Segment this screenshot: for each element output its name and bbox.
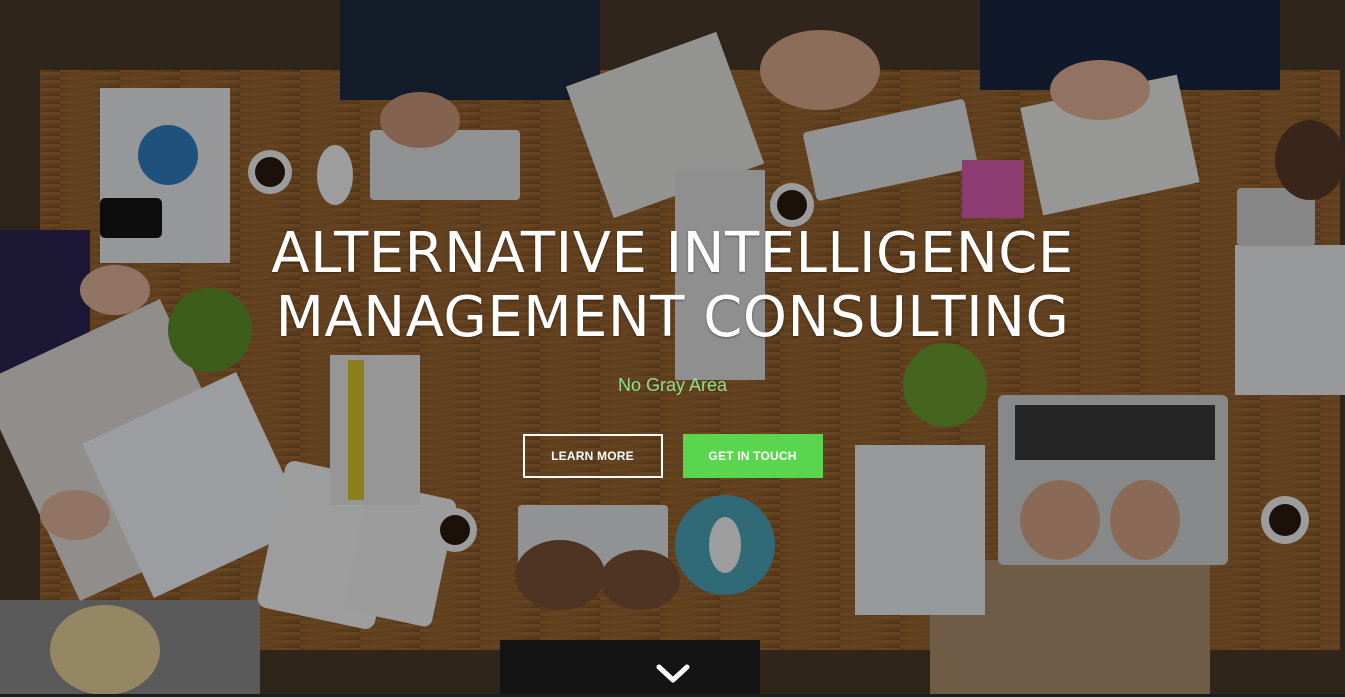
chevron-down-icon <box>656 664 690 683</box>
hero-section: ALTERNATIVE INTELLIGENCE MANAGEMENT CONS… <box>0 0 1345 697</box>
hero-tagline: No Gray Area <box>617 375 728 395</box>
hero-headline: ALTERNATIVE INTELLIGENCE MANAGEMENT CONS… <box>0 222 1345 350</box>
headline-line-2: MANAGEMENT CONSULTING <box>275 285 1070 350</box>
hero-buttons: LEARN MORE GET IN TOUCH <box>0 434 1345 478</box>
learn-more-button[interactable]: LEARN MORE <box>522 434 663 478</box>
scroll-down-button[interactable] <box>656 662 690 686</box>
headline-line-1: ALTERNATIVE INTELLIGENCE <box>271 221 1074 286</box>
get-in-touch-button[interactable]: GET IN TOUCH <box>682 434 823 478</box>
hero-content: ALTERNATIVE INTELLIGENCE MANAGEMENT CONS… <box>0 222 1345 478</box>
